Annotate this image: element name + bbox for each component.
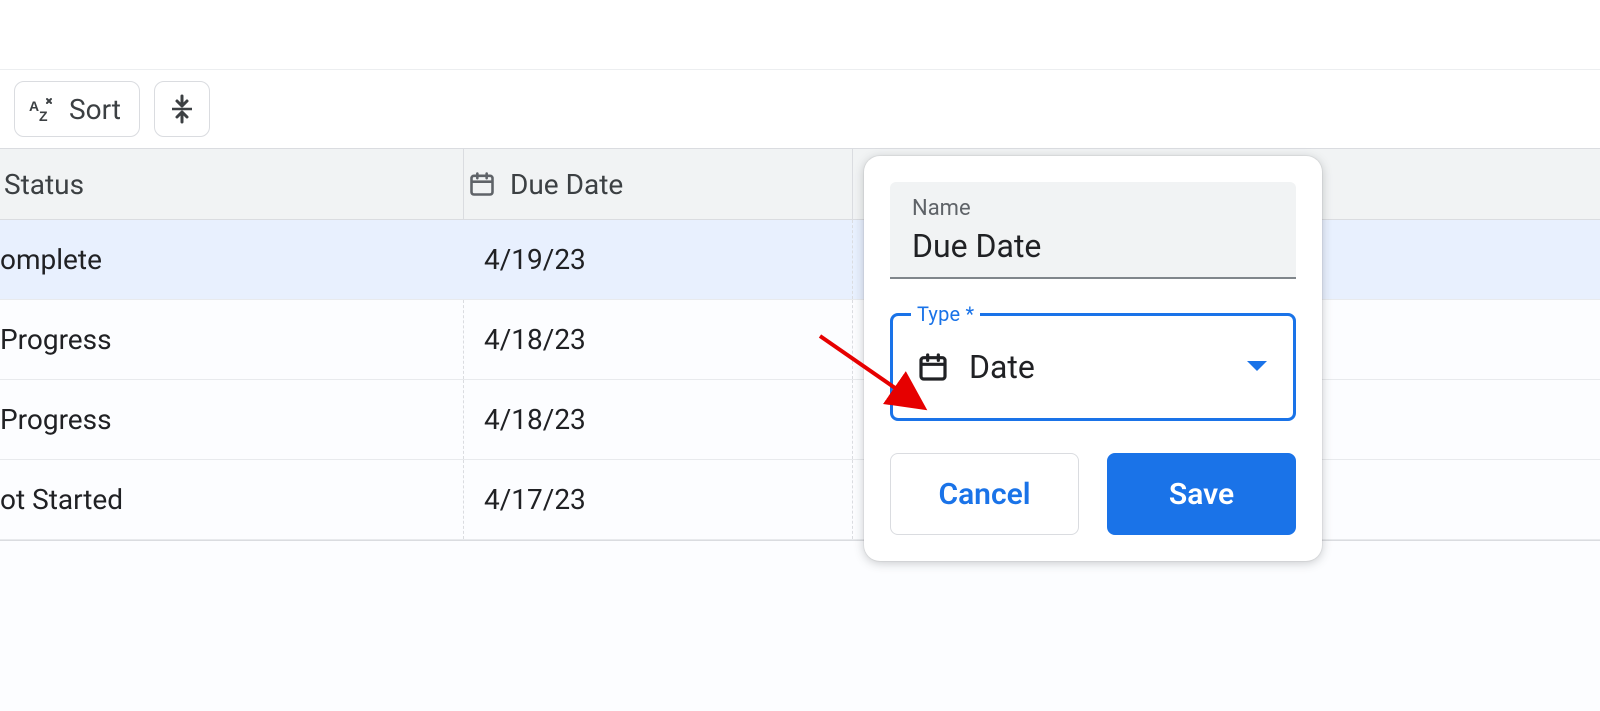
sort-az-icon: A Z: [29, 96, 57, 122]
chevron-down-icon: [1245, 359, 1269, 375]
cell-status[interactable]: ot Started: [0, 460, 464, 539]
save-button-label: Save: [1169, 477, 1234, 512]
table-row[interactable]: omplete 4/19/23: [0, 220, 1600, 300]
cell-due-date-value: 4/17/23: [484, 483, 586, 516]
cell-status-value: omplete: [0, 243, 102, 276]
sort-button-label: Sort: [69, 93, 121, 126]
sort-button[interactable]: A Z Sort: [14, 81, 140, 137]
collapse-rows-button[interactable]: [154, 81, 210, 137]
column-type-value: Date: [969, 348, 1035, 386]
cell-due-date-value: 4/19/23: [484, 243, 586, 276]
cell-status[interactable]: Progress: [0, 300, 464, 379]
cell-due-date-value: 4/18/23: [484, 323, 586, 356]
cell-due-date[interactable]: 4/17/23: [464, 460, 853, 539]
grid-header-row: Status Due Date: [0, 148, 1600, 220]
table-row[interactable]: Progress 4/18/23: [0, 300, 1600, 380]
column-header-due-date[interactable]: Due Date: [464, 149, 853, 219]
cancel-button-label: Cancel: [938, 477, 1030, 512]
cell-due-date[interactable]: 4/18/23: [464, 300, 853, 379]
cell-status[interactable]: omplete: [0, 220, 464, 299]
column-type-select[interactable]: Type * Date: [890, 313, 1296, 421]
column-header-status-label: Status: [4, 168, 84, 201]
cell-status-value: Progress: [0, 323, 112, 356]
calendar-icon: [917, 351, 949, 383]
save-button[interactable]: Save: [1107, 453, 1296, 535]
table-row[interactable]: ot Started 4/17/23: [0, 460, 1600, 540]
collapse-rows-icon: [169, 94, 195, 124]
column-header-due-label: Due Date: [510, 168, 623, 201]
cell-due-date-value: 4/18/23: [484, 403, 586, 436]
svg-text:Z: Z: [39, 108, 48, 122]
column-type-label: Type *: [911, 302, 980, 326]
cell-due-date[interactable]: 4/19/23: [464, 220, 853, 299]
window-top-gap: [0, 0, 1600, 70]
column-header-status[interactable]: Status: [0, 149, 464, 219]
column-edit-popover: Name Due Date Type * Date Cancel Save: [864, 156, 1322, 561]
grid-body: omplete 4/19/23 Progress 4/18/23 Progress 4/1…: [0, 220, 1600, 541]
cell-due-date[interactable]: 4/18/23: [464, 380, 853, 459]
popover-button-row: Cancel Save: [890, 453, 1296, 535]
cell-status[interactable]: Progress: [0, 380, 464, 459]
column-name-field[interactable]: Name Due Date: [890, 182, 1296, 279]
column-name-label: Name: [912, 196, 1274, 221]
column-name-value: Due Date: [912, 227, 1274, 265]
data-grid: Status Due Date omplete 4/19/23 Progress 4/…: [0, 148, 1600, 541]
cell-status-value: Progress: [0, 403, 112, 436]
cell-status-value: ot Started: [0, 483, 123, 516]
svg-text:A: A: [29, 98, 39, 114]
cancel-button[interactable]: Cancel: [890, 453, 1079, 535]
calendar-icon: [468, 170, 496, 198]
toolbar: A Z Sort: [0, 70, 1600, 148]
table-row[interactable]: Progress 4/18/23: [0, 380, 1600, 460]
